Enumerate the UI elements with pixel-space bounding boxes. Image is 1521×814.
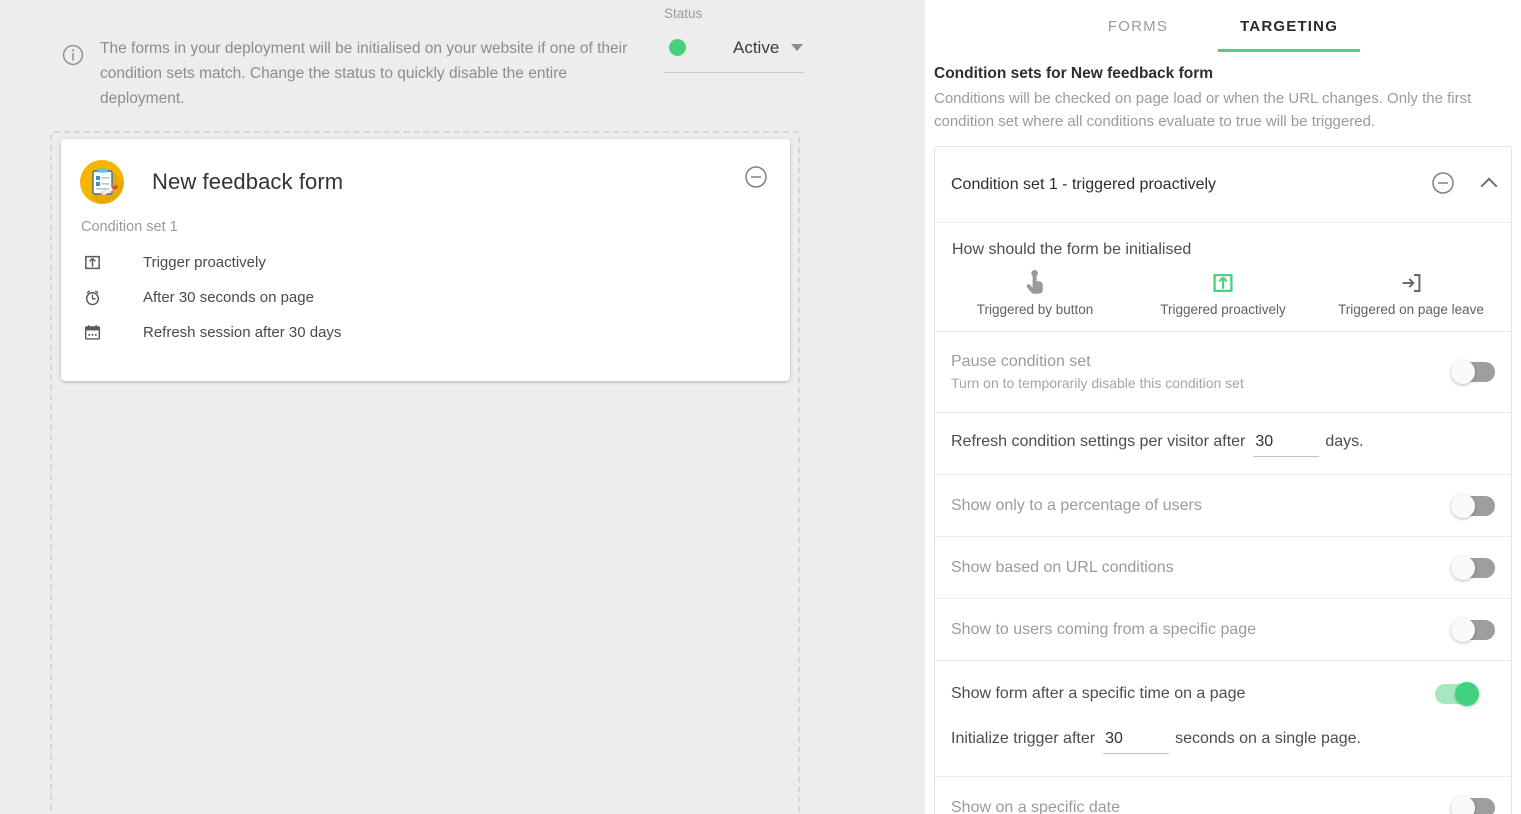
row-label: Show on a specific date bbox=[951, 799, 1120, 814]
condition-set-title: Condition set 1 - triggered proactively bbox=[951, 176, 1216, 194]
deployment-canvas: The forms in your deployment will be ini… bbox=[0, 0, 925, 814]
refresh-days-input[interactable] bbox=[1253, 431, 1319, 457]
row-show-on-specific-date: Show on a specific date bbox=[935, 777, 1511, 814]
row-sublabel: Turn on to temporarily disable this cond… bbox=[951, 375, 1244, 391]
condition-set-header: Condition set 1 - triggered proactively bbox=[935, 147, 1511, 223]
row-label: Show only to a percentage of users bbox=[951, 497, 1202, 515]
row-label: Pause condition set bbox=[951, 353, 1244, 371]
trigger-option-proactive[interactable]: Triggered proactively bbox=[1129, 265, 1317, 317]
row-refresh-condition-settings: Refresh condition settings per visitor a… bbox=[935, 413, 1511, 475]
deployment-targeting-screen: The forms in your deployment will be ini… bbox=[0, 0, 1521, 814]
form-card-header: New feedback form bbox=[61, 139, 790, 225]
init-trigger-prefix-label: Initialize trigger after bbox=[951, 730, 1095, 748]
alarm-clock-icon bbox=[82, 287, 103, 308]
trigger-option-label: Triggered proactively bbox=[1160, 302, 1286, 317]
minus-circle-icon[interactable] bbox=[1431, 171, 1455, 195]
form-card-condition-list: Trigger proactively After 30 seconds on … bbox=[61, 245, 790, 350]
trigger-option-button[interactable]: Triggered by button bbox=[941, 265, 1129, 317]
panel-tabs: FORMS TARGETING bbox=[925, 0, 1521, 52]
condition-item: Trigger proactively bbox=[61, 245, 790, 280]
tab-targeting[interactable]: TARGETING bbox=[1204, 0, 1374, 52]
toggle-show-percentage-of-users[interactable] bbox=[1451, 496, 1495, 516]
minus-circle-icon[interactable] bbox=[744, 165, 768, 189]
condition-set-card: Condition set 1 - triggered proactively … bbox=[934, 146, 1512, 814]
trigger-options: Triggered by button Triggered proactivel… bbox=[935, 265, 1511, 317]
form-card[interactable]: New feedback form Condition set 1 bbox=[61, 139, 790, 381]
trigger-option-label: Triggered by button bbox=[977, 302, 1094, 317]
status-value: Active bbox=[733, 38, 779, 58]
condition-item-text: Refresh session after 30 days bbox=[143, 324, 341, 341]
panel-title: Condition sets for New feedback form bbox=[934, 62, 1521, 86]
form-card-title: New feedback form bbox=[152, 169, 343, 195]
status-dropdown[interactable]: Active bbox=[664, 23, 804, 73]
row-show-percentage-of-users: Show only to a percentage of users bbox=[935, 475, 1511, 537]
trigger-option-page-leave[interactable]: Triggered on page leave bbox=[1317, 265, 1505, 317]
refresh-prefix-label: Refresh condition settings per visitor a… bbox=[951, 433, 1245, 451]
toggle-pause-condition-set[interactable] bbox=[1451, 362, 1495, 382]
chevron-up-icon[interactable] bbox=[1481, 175, 1497, 191]
row-show-after-specific-time: Show form after a specific time on a pag… bbox=[935, 661, 1511, 777]
row-pause-condition-set: Pause condition set Turn on to temporari… bbox=[935, 332, 1511, 413]
condition-item-text: Trigger proactively bbox=[143, 254, 266, 271]
refresh-suffix-label: days. bbox=[1325, 433, 1363, 451]
trigger-proactive-icon bbox=[82, 252, 103, 273]
row-label: Show based on URL conditions bbox=[951, 559, 1174, 577]
tab-forms[interactable]: FORMS bbox=[1072, 0, 1204, 52]
status-label: Status bbox=[664, 5, 804, 23]
toggle-show-after-specific-time[interactable] bbox=[1435, 684, 1479, 704]
condition-item: Refresh session after 30 days bbox=[61, 315, 790, 350]
status-control: Status Active bbox=[664, 5, 804, 73]
arrow-up-box-icon bbox=[1211, 270, 1235, 296]
info-circle-icon bbox=[62, 44, 84, 66]
init-trigger-seconds-input[interactable] bbox=[1103, 728, 1169, 754]
toggle-show-from-specific-page[interactable] bbox=[1451, 620, 1495, 640]
toggle-show-based-on-url[interactable] bbox=[1451, 558, 1495, 578]
calendar-icon bbox=[82, 322, 103, 343]
form-initialisation-label: How should the form be initialised bbox=[935, 241, 1511, 259]
arrow-into-box-icon bbox=[1399, 270, 1423, 296]
toggle-show-on-specific-date[interactable] bbox=[1451, 798, 1495, 814]
row-show-from-specific-page: Show to users coming from a specific pag… bbox=[935, 599, 1511, 661]
init-trigger-suffix-label: seconds on a single page. bbox=[1175, 730, 1361, 748]
condition-item: After 30 seconds on page bbox=[61, 280, 790, 315]
targeting-panel: FORMS TARGETING Condition sets for New f… bbox=[925, 0, 1521, 814]
row-label: Show to users coming from a specific pag… bbox=[951, 621, 1256, 639]
clipboard-form-icon bbox=[80, 160, 124, 204]
panel-subtitle: Conditions will be checked on page load … bbox=[934, 87, 1504, 133]
tap-hand-icon bbox=[1023, 270, 1047, 296]
chevron-down-icon[interactable] bbox=[791, 44, 803, 51]
trigger-option-label: Triggered on page leave bbox=[1338, 302, 1484, 317]
info-banner-text: The forms in your deployment will be ini… bbox=[100, 36, 648, 111]
condition-item-text: After 30 seconds on page bbox=[143, 289, 314, 306]
status-indicator-dot bbox=[669, 39, 686, 56]
form-initialisation-section: How should the form be initialised Trigg… bbox=[935, 223, 1511, 332]
row-label: Show form after a specific time on a pag… bbox=[951, 685, 1245, 703]
panel-header: Condition sets for New feedback form Con… bbox=[925, 52, 1521, 133]
row-show-based-on-url: Show based on URL conditions bbox=[935, 537, 1511, 599]
